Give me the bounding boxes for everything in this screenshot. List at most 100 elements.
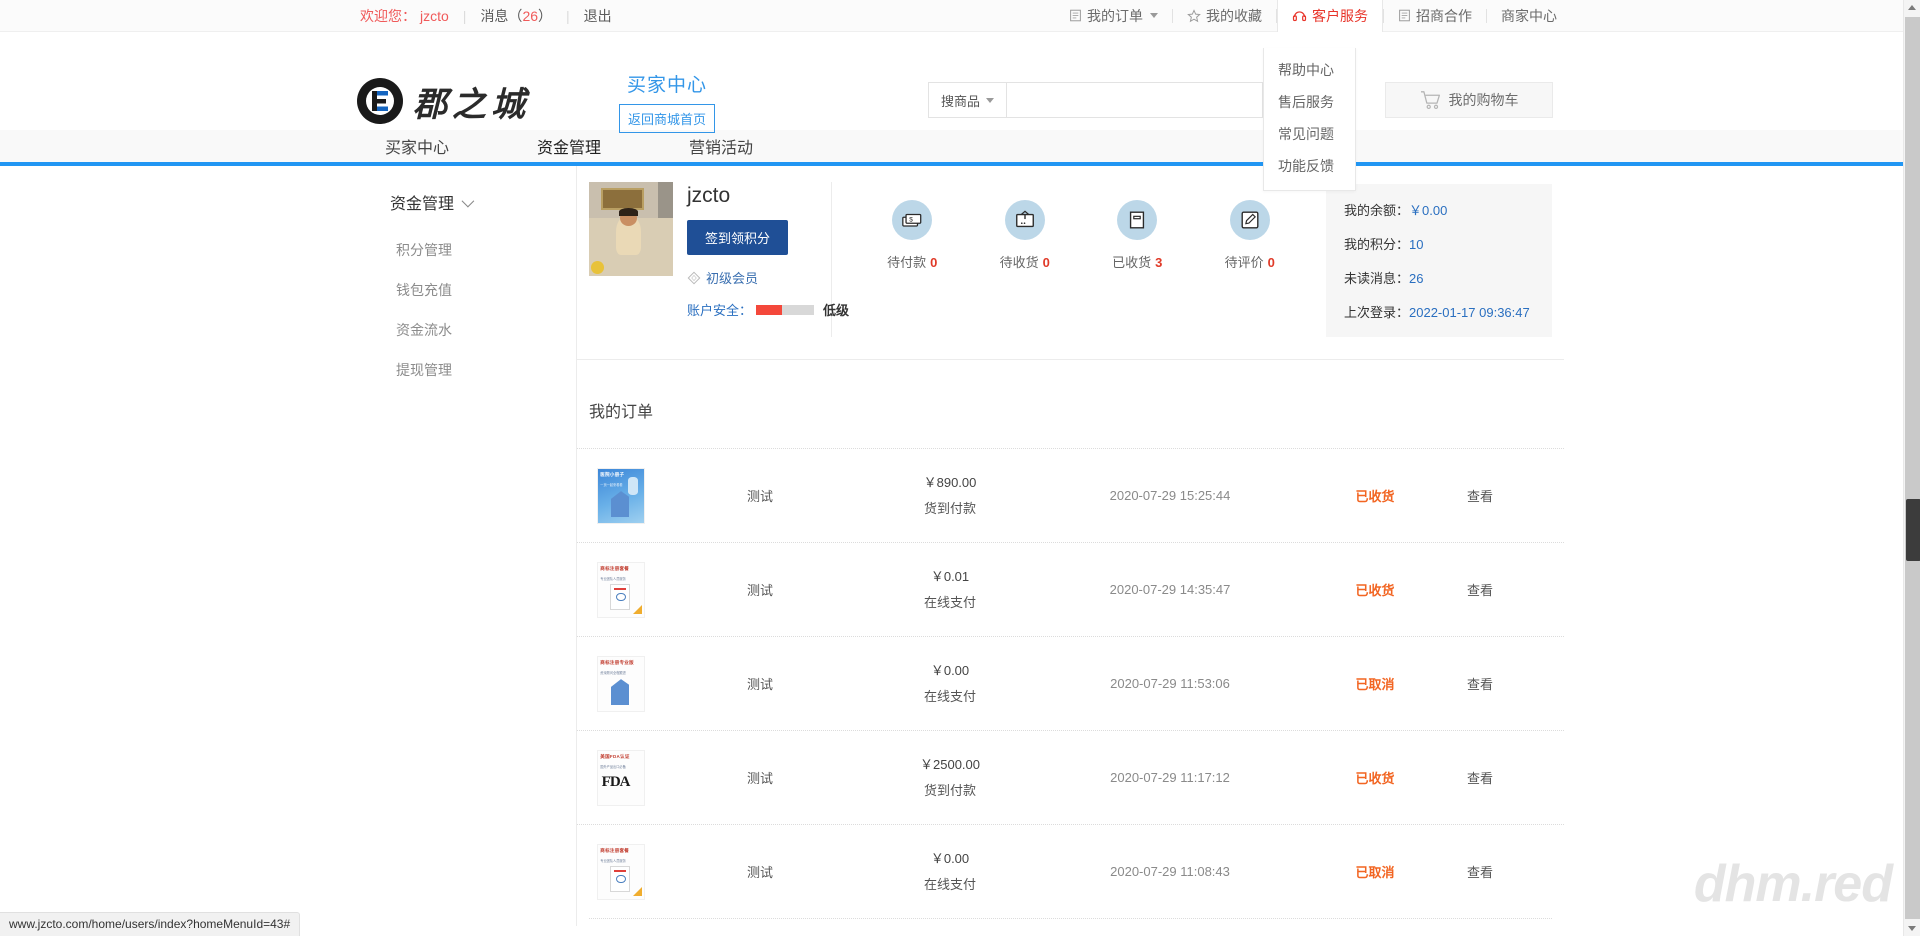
order-thumbnail[interactable]: 美国FDA认证 国外产品出口必备 FDA bbox=[597, 749, 645, 806]
menu-item-feedback[interactable]: 功能反馈 bbox=[1264, 150, 1355, 182]
status-pending-payment-text: 待付款 0 bbox=[870, 252, 954, 271]
order-price-block: ￥2500.00 货到付款 bbox=[875, 752, 1025, 803]
profile-summary: jzcto 签到领积分 初级会员 账户安全： 低级 bbox=[577, 182, 849, 337]
status-badge: 已收货 bbox=[1355, 771, 1395, 786]
status-pending-payment[interactable]: $ 待付款 0 bbox=[870, 200, 954, 271]
page-body: 资金管理 积分管理 钱包充值 资金流水 提现管理 jzcto 签到领积分 初级会… bbox=[0, 166, 1920, 926]
order-pay-method: 在线支付 bbox=[923, 594, 976, 610]
sidebar-item-wallet-recharge[interactable]: 钱包充值 bbox=[352, 270, 576, 310]
order-date: 2020-07-29 11:53:06 bbox=[1110, 676, 1230, 691]
order-product-name: 测试 bbox=[746, 489, 773, 504]
scroll-down-arrow-icon[interactable] bbox=[1908, 926, 1916, 931]
svg-text:$: $ bbox=[910, 216, 914, 223]
menu-item-after-sales[interactable]: 售后服务 bbox=[1264, 86, 1355, 118]
table-row[interactable]: 商标注册套餐 专业团队人员服务 测试 ￥0.00 在线支付 2020-07-29 … bbox=[577, 824, 1564, 918]
nav-merchant-center[interactable]: 商家中心 bbox=[1487, 0, 1571, 32]
menu-item-faq[interactable]: 常见问题 bbox=[1264, 118, 1355, 150]
nav-my-favorites[interactable]: 我的收藏 bbox=[1173, 0, 1276, 32]
chevron-down-icon bbox=[461, 194, 475, 207]
buyer-center-block: 买家中心 返回商城首页 bbox=[612, 70, 722, 133]
search-input[interactable] bbox=[1007, 83, 1262, 117]
status-count: 0 bbox=[930, 255, 938, 270]
orders-bottom-divider bbox=[589, 918, 1552, 919]
tab-marketing-activity[interactable]: 营销活动 bbox=[689, 134, 753, 158]
status-label: 待收货 bbox=[999, 255, 1039, 270]
table-row[interactable]: 商标注册套餐 专业团队人员服务 测试 ￥0.01 在线支付 2020-07-29 … bbox=[577, 542, 1564, 636]
search-category-dropdown[interactable]: 搜商品 bbox=[929, 83, 1007, 117]
customer-service-dropdown[interactable]: 帮助中心 售后服务 常见问题 功能反馈 bbox=[1263, 48, 1356, 191]
nav-merchant-center-label: 商家中心 bbox=[1501, 7, 1557, 24]
sidebar-item-fund-flow[interactable]: 资金流水 bbox=[352, 310, 576, 350]
member-level-label: 初级会员 bbox=[706, 271, 759, 286]
buyer-center-title: 买家中心 bbox=[626, 75, 707, 96]
order-date: 2020-07-29 11:08:43 bbox=[1110, 864, 1230, 879]
scrollbar-thumb[interactable] bbox=[1906, 499, 1920, 561]
order-thumbnail[interactable]: 商标注册套餐 专业团队人员服务 bbox=[597, 561, 645, 618]
order-price-block: ￥0.00 在线支付 bbox=[875, 658, 1025, 709]
sign-in-points-button[interactable]: 签到领积分 bbox=[687, 220, 789, 255]
status-label: 待评价 bbox=[1224, 255, 1264, 270]
order-price: ￥0.00 bbox=[930, 663, 970, 679]
table-row[interactable]: 医院小册子 一页一起来看看 测试 ￥890.00 货到付款 2020-07-29 … bbox=[577, 448, 1564, 542]
order-thumbnail[interactable]: 医院小册子 一页一起来看看 bbox=[597, 467, 645, 524]
nav-my-orders[interactable]: 我的订单 bbox=[1055, 0, 1172, 32]
package-icon bbox=[1117, 200, 1158, 240]
order-thumbnail[interactable]: 商标注册套餐 专业团队人员服务 bbox=[597, 843, 645, 900]
status-count: 0 bbox=[1042, 255, 1050, 270]
logout-link[interactable]: 退出 bbox=[584, 6, 612, 26]
status-pending-receipt[interactable]: 待收货 0 bbox=[983, 200, 1067, 271]
table-row[interactable]: 美国FDA认证 国外产品出口必备 FDA 测试 ￥2500.00 货到付款 202… bbox=[577, 730, 1564, 824]
watermark: dhm.red bbox=[1693, 855, 1893, 913]
order-pay-method: 在线支付 bbox=[923, 876, 976, 892]
main-navigation: 买家中心 资金管理 营销活动 bbox=[0, 130, 1920, 166]
site-logo[interactable]: 郡之城 bbox=[355, 76, 530, 126]
account-lastlogin-label: 上次登录： bbox=[1344, 305, 1410, 320]
nav-my-orders-label: 我的订单 bbox=[1087, 7, 1143, 24]
welcome-label: 欢迎您： bbox=[360, 7, 416, 24]
order-price-block: ￥0.01 在线支付 bbox=[875, 564, 1025, 615]
sidebar-item-withdraw-management[interactable]: 提现管理 bbox=[352, 350, 576, 390]
search-bar[interactable]: 搜商品 bbox=[928, 82, 1263, 118]
sidebar-header-fund-management[interactable]: 资金管理 bbox=[352, 190, 576, 214]
order-thumbnail[interactable]: 商标注册专业版 资深顾问全程跟进 bbox=[597, 655, 645, 712]
sidebar-item-points-management[interactable]: 积分管理 bbox=[352, 230, 576, 270]
account-security: 账户安全： 低级 bbox=[687, 300, 849, 319]
view-order-link[interactable]: 查看 bbox=[1435, 862, 1525, 881]
view-order-link[interactable]: 查看 bbox=[1435, 674, 1525, 693]
account-points-value: 10 bbox=[1409, 237, 1424, 252]
messages-label: 消息（ bbox=[480, 7, 523, 24]
view-order-link[interactable]: 查看 bbox=[1435, 580, 1525, 599]
menu-item-help-center[interactable]: 帮助中心 bbox=[1264, 54, 1355, 86]
tab-buyer-center[interactable]: 买家中心 bbox=[385, 134, 449, 158]
security-strength-bar bbox=[756, 304, 815, 315]
status-received[interactable]: 已收货 3 bbox=[1095, 200, 1179, 271]
my-cart-button[interactable]: 我的购物车 bbox=[1385, 82, 1553, 118]
scrollbar-track[interactable] bbox=[1905, 17, 1920, 919]
divider: | bbox=[566, 7, 570, 24]
tab-fund-management[interactable]: 资金管理 bbox=[537, 134, 601, 158]
messages-link[interactable]: 消息（26） bbox=[480, 6, 552, 26]
nav-my-favorites-label: 我的收藏 bbox=[1206, 7, 1262, 24]
view-order-link[interactable]: 查看 bbox=[1435, 768, 1525, 787]
profile-details: jzcto 签到领积分 初级会员 账户安全： 低级 bbox=[687, 182, 849, 337]
orders-section-title: 我的订单 bbox=[589, 404, 654, 421]
status-badge: 已收货 bbox=[1355, 489, 1395, 504]
nav-customer-service[interactable]: 客户服务 bbox=[1277, 0, 1383, 32]
nav-merchant-cooperation[interactable]: 招商合作 bbox=[1384, 0, 1486, 32]
table-row[interactable]: 商标注册专业版 资深顾问全程跟进 测试 ￥0.00 在线支付 2020-07-29… bbox=[577, 636, 1564, 730]
status-pending-receipt-text: 待收货 0 bbox=[983, 252, 1067, 271]
current-username[interactable]: jzcto bbox=[420, 8, 449, 24]
top-utility-bar: 欢迎您： jzcto | 消息（26） | 退出 我的订单 我的收藏 客户服务 bbox=[0, 0, 1920, 32]
vertical-scrollbar[interactable] bbox=[1903, 0, 1920, 936]
status-pending-review[interactable]: 待评价 0 bbox=[1208, 200, 1292, 271]
avatar[interactable] bbox=[589, 182, 673, 276]
account-points-label: 我的积分： bbox=[1344, 237, 1410, 252]
order-pay-method: 货到付款 bbox=[923, 500, 976, 516]
search-category-label: 搜商品 bbox=[940, 93, 980, 109]
scroll-up-arrow-icon[interactable] bbox=[1908, 5, 1916, 10]
order-date: 2020-07-29 14:35:47 bbox=[1109, 582, 1231, 597]
view-order-link[interactable]: 查看 bbox=[1435, 486, 1525, 505]
back-to-mall-button[interactable]: 返回商城首页 bbox=[618, 104, 715, 133]
order-price-block: ￥890.00 货到付款 bbox=[875, 470, 1025, 521]
headset-icon bbox=[1292, 8, 1307, 23]
